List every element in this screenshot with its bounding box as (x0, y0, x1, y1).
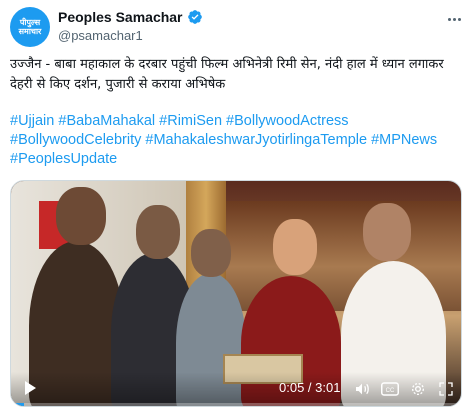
verified-badge-icon (187, 10, 202, 24)
video-progress-fill (11, 403, 24, 406)
hashtag-link[interactable]: #BabaMahakal (58, 113, 155, 129)
video-controls: 0:05 / 3:01 CC (11, 372, 461, 406)
svg-text:CC: CC (386, 388, 395, 394)
video-frame-person-head (191, 229, 231, 277)
video-frame-person-head (136, 205, 180, 259)
hashtag-link[interactable]: #RimiSen (159, 113, 222, 129)
avatar[interactable]: पीपुल्स समाचार (10, 7, 50, 47)
display-name[interactable]: Peoples Samachar (58, 9, 183, 25)
account-handle[interactable]: @psamachar1 (58, 28, 143, 43)
hashtag-link[interactable]: #PeoplesUpdate (10, 151, 117, 167)
play-icon[interactable] (25, 381, 36, 395)
account-name-row: Peoples Samachar (58, 9, 203, 25)
video-player[interactable]: 0:05 / 3:01 CC (10, 180, 462, 407)
video-time: 0:05 / 3:01 (279, 380, 341, 395)
hashtag-link[interactable]: #MPNews (371, 132, 437, 148)
captions-icon[interactable]: CC (381, 380, 399, 398)
hashtag-link[interactable]: #BollywoodCelebrity (10, 132, 141, 148)
video-frame-person-head (363, 203, 411, 261)
video-progress-track[interactable] (11, 403, 461, 406)
fullscreen-icon[interactable] (437, 380, 455, 398)
hashtag-link[interactable]: #MahakaleshwarJyotirlingaTemple (145, 132, 367, 148)
hashtag-list: #Ujjain #BabaMahakal #RimiSen #Bollywood… (10, 112, 465, 169)
video-frame-person-head (56, 187, 106, 245)
hashtag-link[interactable]: #Ujjain (10, 113, 54, 129)
tweet-text: उज्जैन - बाबा महाकाल के दरबार पहुंची फिल… (10, 57, 444, 92)
video-frame-person-head (273, 219, 317, 275)
more-options-icon[interactable] (445, 10, 463, 28)
settings-icon[interactable] (409, 380, 427, 398)
hashtag-link[interactable]: #BollywoodActress (226, 113, 349, 129)
volume-icon[interactable] (353, 380, 371, 398)
